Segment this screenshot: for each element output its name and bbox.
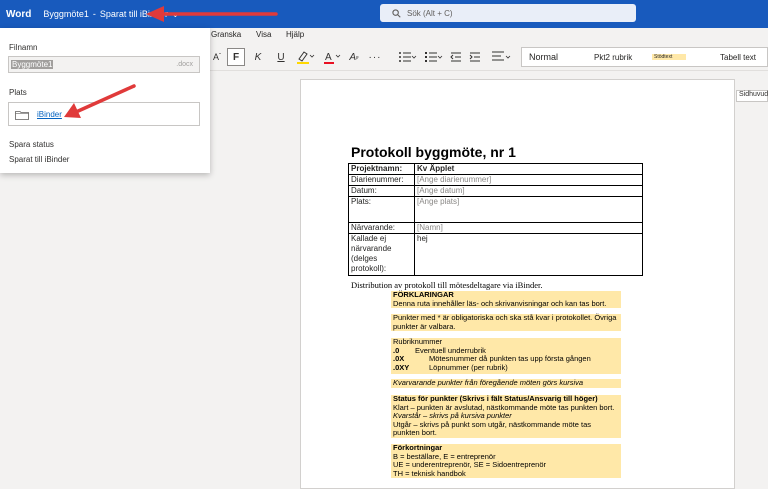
font-color-icon[interactable]: A <box>321 48 343 66</box>
note-kvarvarande[interactable]: Kvarvarande punkter från föregående möte… <box>391 378 621 388</box>
note-text: Utgår – skrivs på punkt som utgår, nästk… <box>393 419 592 437</box>
distribution-text[interactable]: Distribution av protokoll till mötesdelt… <box>351 280 542 290</box>
cell-value[interactable]: [Namn] <box>414 222 643 234</box>
italic-button[interactable]: K <box>251 48 265 66</box>
search-placeholder: Sök (Alt + C) <box>407 8 453 18</box>
style-tabell-text[interactable]: Tabell text <box>720 53 756 62</box>
style-normal[interactable]: Normal <box>529 52 558 62</box>
doc-name: Byggmöte1 <box>43 9 89 19</box>
cell-value[interactable]: [Ange datum] <box>414 185 643 197</box>
table-row: Plats: [Ange plats] <box>348 196 643 223</box>
search-box[interactable]: Sök (Alt + C) <box>380 4 636 22</box>
underline-button[interactable]: U <box>274 48 288 66</box>
save-status-value: Sparat till iBinder <box>9 155 70 164</box>
cell-label[interactable]: Datum: <box>348 185 415 197</box>
styles-gallery[interactable]: Normal Pkt2 rubrik Stödtext Tabell text <box>521 47 768 67</box>
table-row: Kallade ej närvarande (delges protokoll)… <box>348 233 643 276</box>
bullets-icon[interactable] <box>396 48 418 66</box>
tab-granska[interactable]: Granska <box>211 30 241 39</box>
table-row: Diarienummer: [Ange diarienummer] <box>348 174 643 186</box>
project-info-table[interactable]: Projektnamn: Kv Äpplet Diarienummer: [An… <box>348 163 643 276</box>
cell-label[interactable]: Projektnamn: <box>348 163 415 175</box>
app-name[interactable]: Word <box>0 9 39 20</box>
filename-label: Filnamn <box>9 43 38 52</box>
cell-value[interactable]: [Ange diarienummer] <box>414 174 643 186</box>
bold-button[interactable]: F <box>227 48 245 66</box>
note-text: Denna ruta innehåller läs- och skrivanvi… <box>393 298 607 308</box>
note-status[interactable]: Status för punkter (Skrivs i fält Status… <box>391 394 621 438</box>
align-icon[interactable] <box>490 48 512 66</box>
clear-formatting-icon[interactable]: Aᵩ <box>347 48 361 66</box>
decrease-indent-icon[interactable] <box>449 48 463 66</box>
highlight-icon[interactable] <box>294 48 316 66</box>
header-button[interactable]: Sidhuvud <box>736 90 768 102</box>
more-options-icon[interactable]: ··· <box>368 48 382 66</box>
note-rubriknummer[interactable]: Rubriknummer .0 Eventuell underrubrik .0X… <box>391 337 621 374</box>
numbering-icon[interactable] <box>422 48 444 66</box>
note-title: Förkortningar <box>393 443 443 452</box>
note-obligatoriska[interactable]: Punkter med * är obligatoriska och ska s… <box>391 313 621 331</box>
note-forkortningar[interactable]: Förkortningar B = beställare, E = entrep… <box>391 443 621 478</box>
cell-label[interactable]: Närvarande: <box>348 222 415 234</box>
filename-value: Byggmöte1 <box>11 60 54 69</box>
note-text: TH = teknisk handbok <box>393 468 466 478</box>
style-pkt2-rubrik[interactable]: Pkt2 rubrik <box>594 53 632 62</box>
title-bar: Word Byggmöte1 - Sparat till iBinder ⌄ S… <box>0 0 768 28</box>
cell-value[interactable]: Kv Äpplet <box>414 163 643 175</box>
note-text: Kvarvarande punkter från föregående möte… <box>393 378 584 387</box>
svg-text:A: A <box>325 52 332 63</box>
shrink-font-icon[interactable]: Aˇ <box>209 48 225 66</box>
table-row: Närvarande: [Namn] <box>348 222 643 234</box>
list-item: .0XY Löpnummer (per rubrik) <box>393 362 508 372</box>
cell-label[interactable]: Plats: <box>348 196 415 223</box>
cell-label[interactable]: Kallade ej närvarande (delges protokoll)… <box>348 233 415 276</box>
note-text: Punkter med * är obligatoriska och ska s… <box>393 313 617 331</box>
note-title: Status för punkter (Skrivs i fält Status… <box>393 394 598 403</box>
filename-extension: .docx <box>176 61 193 68</box>
note-title: FÖRKLARINGAR <box>393 290 454 299</box>
increase-indent-icon[interactable] <box>468 48 482 66</box>
search-icon <box>392 8 401 18</box>
annotation-arrow-icon <box>146 6 278 22</box>
style-stodtext[interactable]: Stödtext <box>652 54 686 60</box>
filename-field[interactable]: Byggmöte1 .docx <box>8 56 200 73</box>
table-row: Datum: [Ange datum] <box>348 185 643 197</box>
cell-label[interactable]: Diarienummer: <box>348 174 415 186</box>
tab-visa[interactable]: Visa <box>256 30 271 39</box>
cell-value[interactable]: [Ange plats] <box>414 196 643 223</box>
document-heading[interactable]: Protokoll byggmöte, nr 1 <box>351 144 516 160</box>
save-status-label: Spara status <box>9 140 54 149</box>
title-separator: - <box>92 9 96 19</box>
table-row: Projektnamn: Kv Äpplet <box>348 163 643 175</box>
location-label: Plats <box>9 88 27 97</box>
cell-value[interactable]: hej <box>414 233 643 276</box>
note-forklaringar[interactable]: FÖRKLARINGAR Denna ruta innehåller läs- … <box>391 290 621 308</box>
annotation-arrow-icon <box>64 84 136 118</box>
folder-icon <box>15 111 29 120</box>
tab-hjalp[interactable]: Hjälp <box>286 30 304 39</box>
